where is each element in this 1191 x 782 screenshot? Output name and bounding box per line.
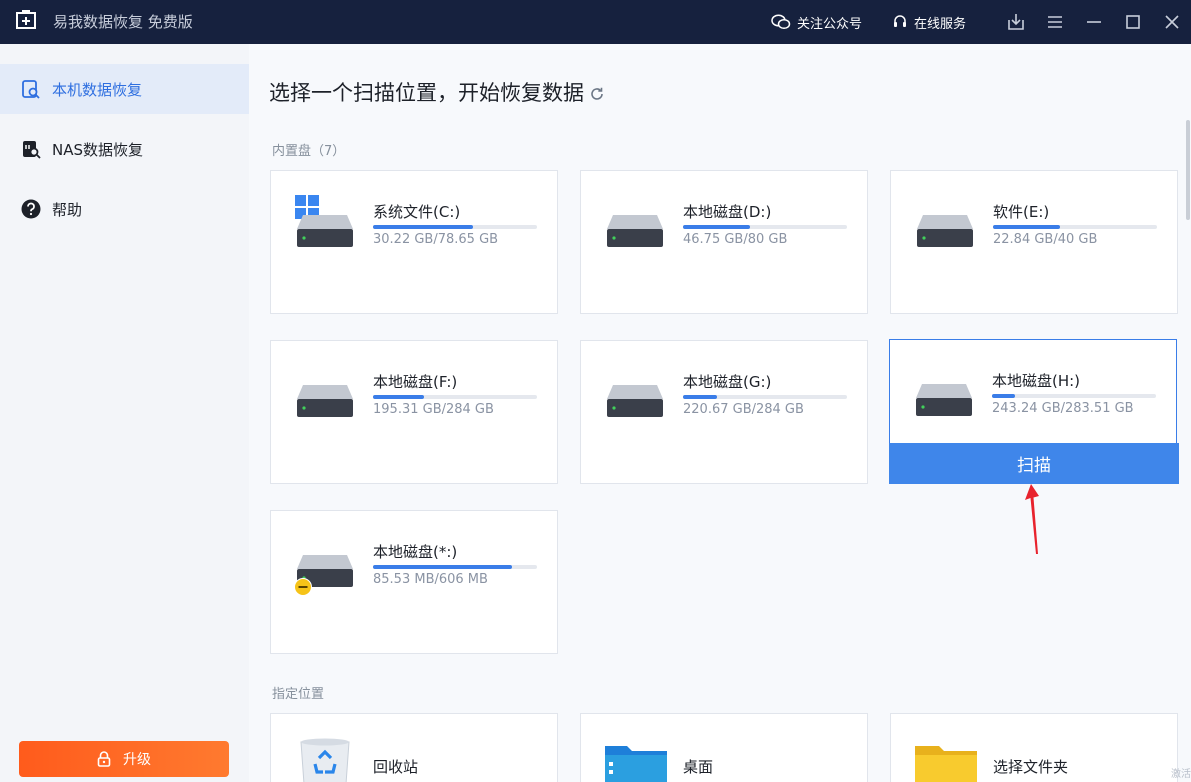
drive-size: 22.84 GB/40 GB	[993, 232, 1098, 247]
main-scrollbar[interactable]	[1185, 44, 1191, 782]
page-title-row: 选择一个扫描位置，开始恢复数据	[269, 77, 604, 107]
drive-name: 本地磁盘(G:)	[683, 373, 772, 391]
drive-card-e[interactable]: 软件(E:) 22.84 GB/40 GB	[890, 170, 1178, 314]
location-desktop[interactable]: 桌面	[580, 713, 868, 782]
sidebar-item-label: 帮助	[52, 201, 83, 219]
sidebar-item-label: 本机数据恢复	[52, 81, 143, 99]
desktop-folder-icon	[605, 746, 667, 782]
recycle-bin-icon	[300, 738, 350, 782]
lock-icon	[97, 751, 111, 767]
download-icon	[1007, 14, 1024, 30]
main-panel: 选择一个扫描位置，开始恢复数据 内置盘（7） 系统文件(C:) 30.22 GB…	[249, 44, 1191, 782]
sidebar-item-nas-recovery[interactable]: NAS数据恢复	[0, 124, 249, 174]
drive-size: 195.31 GB/284 GB	[373, 402, 494, 417]
drive-usage-bar	[373, 395, 537, 399]
upgrade-label: 升级	[123, 752, 151, 768]
drive-size: 243.24 GB/283.51 GB	[992, 401, 1134, 416]
hard-drive-icon	[607, 385, 663, 417]
drive-name: 本地磁盘(D:)	[683, 203, 772, 221]
location-name: 桌面	[683, 758, 714, 776]
maximize-icon	[1125, 15, 1140, 29]
minimize-icon	[1086, 21, 1101, 23]
drive-name: 本地磁盘(F:)	[373, 373, 458, 391]
drive-usage-fill	[373, 225, 474, 229]
local-recovery-icon	[22, 80, 40, 99]
follow-official-account-link[interactable]: 关注公众号	[771, 13, 862, 32]
headset-icon	[893, 15, 906, 27]
sidebar: 本机数据恢复 NAS数据恢复 帮助 升级	[0, 44, 249, 782]
upgrade-button[interactable]: 升级	[19, 741, 229, 777]
menu-icon	[1047, 16, 1062, 28]
annotation-arrow-icon	[1025, 484, 1039, 554]
locations-label: 指定位置	[272, 687, 325, 702]
drive-usage-fill	[992, 394, 1015, 398]
hard-drive-icon	[297, 385, 353, 417]
minimize-button[interactable]	[1074, 0, 1113, 44]
hard-drive-icon	[297, 215, 353, 247]
internal-drives-label: 内置盘（7）	[272, 144, 346, 159]
hard-drive-icon	[917, 215, 973, 247]
close-icon	[1164, 15, 1179, 29]
maximize-button[interactable]	[1113, 0, 1152, 44]
scrollbar-thumb[interactable]	[1186, 120, 1190, 220]
wechat-icon	[771, 14, 791, 30]
app-logo-icon	[16, 10, 36, 29]
drive-usage-fill	[373, 395, 424, 399]
download-button[interactable]	[996, 0, 1035, 44]
drive-usage-bar	[373, 225, 537, 229]
scan-button[interactable]: 扫描	[889, 443, 1179, 484]
drive-card-unassigned[interactable]: 本地磁盘(*:) 85.53 MB/606 MB	[270, 510, 558, 654]
drive-usage-fill	[993, 225, 1061, 229]
hard-drive-icon	[607, 215, 663, 247]
follow-label: 关注公众号	[796, 16, 862, 32]
drive-name: 系统文件(C:)	[373, 203, 461, 221]
drive-usage-bar	[373, 565, 537, 569]
drive-usage-bar	[992, 394, 1156, 398]
refresh-icon[interactable]	[590, 87, 604, 101]
hard-drive-icon	[916, 384, 972, 416]
drive-card-g[interactable]: 本地磁盘(G:) 220.67 GB/284 GB	[580, 340, 868, 484]
drive-usage-fill	[683, 225, 751, 229]
app-title: 易我数据恢复 免费版	[53, 13, 193, 31]
drive-size: 46.75 GB/80 GB	[683, 232, 788, 247]
help-icon	[21, 199, 41, 219]
drive-name: 本地磁盘(H:)	[992, 372, 1081, 390]
folder-icon	[915, 746, 977, 782]
drive-usage-bar	[683, 225, 847, 229]
watermark-text: 激活	[1171, 769, 1191, 780]
service-label: 在线服务	[913, 16, 966, 32]
nas-recovery-icon	[23, 141, 41, 159]
sidebar-item-label: NAS数据恢复	[52, 141, 144, 159]
online-service-link[interactable]: 在线服务	[892, 13, 966, 32]
drive-size: 30.22 GB/78.65 GB	[373, 232, 499, 247]
sidebar-item-local-recovery[interactable]: 本机数据恢复	[0, 64, 249, 114]
drive-name: 软件(E:)	[993, 203, 1050, 221]
warning-badge-icon	[294, 578, 312, 596]
drive-usage-fill	[373, 565, 513, 569]
location-recycle-bin[interactable]: 回收站	[270, 713, 558, 782]
drive-usage-fill	[683, 395, 718, 399]
drive-card-f[interactable]: 本地磁盘(F:) 195.31 GB/284 GB	[270, 340, 558, 484]
drive-usage-bar	[993, 225, 1157, 229]
drive-card-h[interactable]: 本地磁盘(H:) 243.24 GB/283.51 GB 扫描	[889, 339, 1179, 484]
drive-card-c[interactable]: 系统文件(C:) 30.22 GB/78.65 GB	[270, 170, 558, 314]
location-select-folder[interactable]: 选择文件夹	[890, 713, 1178, 782]
page-title: 选择一个扫描位置，开始恢复数据	[269, 81, 584, 105]
drive-size: 85.53 MB/606 MB	[373, 572, 488, 587]
close-button[interactable]	[1152, 0, 1191, 44]
sidebar-item-help[interactable]: 帮助	[0, 184, 249, 234]
drive-name: 本地磁盘(*:)	[373, 543, 458, 561]
drive-usage-bar	[683, 395, 847, 399]
location-name: 回收站	[373, 758, 419, 776]
drive-size: 220.67 GB/284 GB	[683, 402, 804, 417]
drive-card-d[interactable]: 本地磁盘(D:) 46.75 GB/80 GB	[580, 170, 868, 314]
location-name: 选择文件夹	[993, 758, 1069, 776]
title-bar: 易我数据恢复 免费版 关注公众号 在线服务	[0, 0, 1191, 44]
menu-button[interactable]	[1035, 0, 1074, 44]
